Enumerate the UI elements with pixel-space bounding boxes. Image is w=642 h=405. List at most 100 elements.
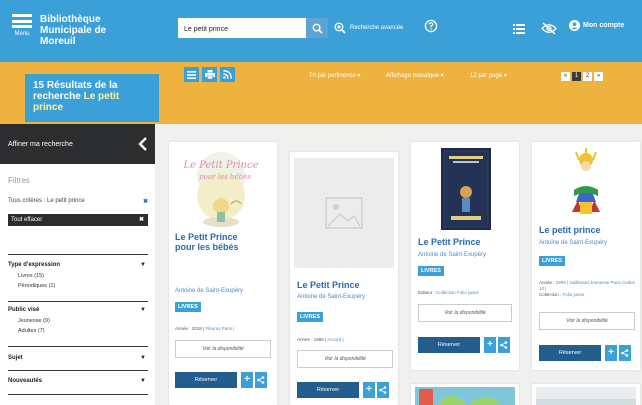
pager-prev[interactable]: « xyxy=(561,72,570,81)
share-button[interactable] xyxy=(377,382,389,398)
meta-link[interactable]: Folio junior xyxy=(563,292,585,297)
title-line: Le Petit Prince xyxy=(175,232,238,242)
divider xyxy=(8,301,148,302)
top-header: Menu Bibliothèque Municipale de Moreuil … xyxy=(0,0,642,62)
reserve-button[interactable]: Réserver xyxy=(418,337,480,353)
title-line: pour les bébés xyxy=(175,242,239,252)
availability-button[interactable]: Voir la disponibilité xyxy=(539,312,635,330)
availability-button[interactable]: Voir la disponibilité xyxy=(297,350,393,368)
reserve-button[interactable]: Réserver xyxy=(175,372,237,388)
eye-slash-icon[interactable] xyxy=(541,22,557,35)
add-button[interactable]: + xyxy=(605,345,617,361)
facet-option[interactable]: Adultes (7) xyxy=(8,326,148,336)
availability-button[interactable]: Voir la disponibilité xyxy=(418,304,512,322)
cover-title: Le Petit Prince xyxy=(182,160,258,171)
account-label: Mon compte xyxy=(583,22,625,29)
results-count: 15 xyxy=(33,80,45,91)
type-badge: LIVRES xyxy=(175,302,201,312)
advanced-search-link[interactable]: Recherche avancée xyxy=(334,20,403,36)
availability-button[interactable]: Voir la disponibilité xyxy=(175,340,271,358)
filters-title: Filtres xyxy=(8,176,30,185)
facet-new-items: Nouveautés ▼ xyxy=(8,378,148,387)
refine-search-header[interactable]: Affiner ma recherche xyxy=(0,124,155,164)
meta-link[interactable]: Collection Folio junior xyxy=(436,290,479,295)
rss-icon xyxy=(223,70,232,79)
clear-all-label: Tout effacer xyxy=(11,217,43,223)
per-page-dropdown[interactable]: 12 par page ▾ xyxy=(470,72,507,79)
display-dropdown[interactable]: Affichage mosaïque ▾ xyxy=(386,72,444,79)
book-cover[interactable] xyxy=(441,148,491,230)
result-card xyxy=(411,384,519,405)
caret-down-icon: ▾ xyxy=(440,73,444,79)
search-input[interactable] xyxy=(178,19,310,40)
facet-header[interactable]: Public visé ▼ xyxy=(8,307,148,316)
add-button[interactable]: + xyxy=(363,382,375,398)
meta-text: Année : xyxy=(539,280,556,285)
meta-link[interactable]: Accord | xyxy=(327,337,343,342)
menu-button[interactable]: Menu xyxy=(10,12,34,44)
remove-criteria-icon[interactable]: ✖ xyxy=(143,198,148,205)
facet-option[interactable]: Jeunesse (9) xyxy=(8,316,148,326)
cover-placeholder[interactable] xyxy=(294,158,394,268)
card-author[interactable]: Antoine de Saint-Exupéry xyxy=(297,294,365,300)
card-title[interactable]: Le Petit Prince xyxy=(297,280,397,290)
facet-label: Sujet xyxy=(8,355,23,361)
facet-option[interactable]: Périodiques (1) xyxy=(8,281,148,291)
help-icon[interactable] xyxy=(424,19,438,33)
facet-header[interactable]: Type d'expression ▼ xyxy=(8,262,148,271)
card-title[interactable]: Le petit prince xyxy=(539,225,639,235)
rss-button[interactable] xyxy=(220,67,235,82)
caret-down-icon: ▼ xyxy=(140,307,146,313)
book-cover[interactable] xyxy=(556,146,616,222)
share-button[interactable] xyxy=(619,345,631,361)
active-criteria: Tous critères : Le petit prince ✖ xyxy=(8,198,150,205)
facet-header[interactable]: Sujet ▼ xyxy=(8,355,148,364)
share-button[interactable] xyxy=(255,372,267,388)
meta-link[interactable]: Fleurus Paris | xyxy=(205,326,234,331)
result-card: Le Petit Prince pour les bébés Le Petit … xyxy=(169,142,277,405)
add-button[interactable]: + xyxy=(241,372,253,388)
results-toolbar: 15 Résultats de la recherche Le petit pr… xyxy=(0,62,642,124)
per-page-value: 12 par page xyxy=(470,73,503,79)
facet-audience: Public visé ▼ Jeunesse (9) Adultes (7) xyxy=(8,307,148,336)
card-meta: Année : 1999 | Gallimard Jeunesse Paris … xyxy=(539,280,635,298)
search-button[interactable] xyxy=(306,18,328,38)
result-card: Le Petit Prince Antoine de Saint-Exupéry… xyxy=(411,142,519,370)
caret-down-icon: ▼ xyxy=(140,262,146,268)
pager-page-1[interactable]: 1 xyxy=(572,72,581,81)
library-name[interactable]: Bibliothèque Municipale de Moreuil xyxy=(40,14,160,47)
caret-down-icon: ▾ xyxy=(503,73,507,79)
caret-down-icon: ▼ xyxy=(140,378,146,384)
pager-next[interactable]: » xyxy=(594,72,603,81)
book-cover[interactable] xyxy=(415,387,515,405)
account-link[interactable]: Mon compte xyxy=(569,20,624,31)
hamburger-icon xyxy=(12,14,32,28)
print-button[interactable] xyxy=(202,67,217,82)
card-title[interactable]: Le Petit Prince pour les bébés xyxy=(175,232,275,252)
type-badge: LIVRES xyxy=(297,312,323,322)
sort-dropdown[interactable]: Tri par pertinence ▾ xyxy=(309,72,361,79)
search-box xyxy=(178,18,328,40)
share-button[interactable] xyxy=(498,337,510,353)
book-cover[interactable] xyxy=(536,387,636,405)
cover-subtitle: pour les bébés xyxy=(199,173,251,181)
list-view-icon[interactable] xyxy=(513,24,525,34)
list-toggle-button[interactable] xyxy=(184,67,199,82)
chevron-left-icon[interactable] xyxy=(137,136,149,152)
card-title[interactable]: Le Petit Prince xyxy=(418,237,518,247)
meta-text: Éditeur : xyxy=(418,290,437,295)
share-icon xyxy=(621,349,629,357)
facet-option[interactable]: Livres (15) xyxy=(8,271,148,281)
book-cover[interactable]: Le Petit Prince pour les bébés xyxy=(173,148,273,228)
clear-all-button[interactable]: Tout effacer ✖ xyxy=(8,214,148,226)
pager-page-2[interactable]: 2 xyxy=(583,72,592,81)
advanced-search-label: Recherche avancée xyxy=(350,25,404,31)
add-button[interactable]: + xyxy=(484,337,496,353)
card-author[interactable]: Antoine de Saint-Exupéry xyxy=(418,252,486,258)
reserve-button[interactable]: Réserver xyxy=(539,345,601,361)
close-icon: ✖ xyxy=(138,217,144,223)
card-author[interactable]: Antoine de Saint-Exupéry xyxy=(539,240,607,246)
facet-header[interactable]: Nouveautés ▼ xyxy=(8,378,148,387)
reserve-button[interactable]: Réserver xyxy=(297,382,359,398)
card-author[interactable]: Antoine de Saint-Exupéry xyxy=(175,288,243,294)
